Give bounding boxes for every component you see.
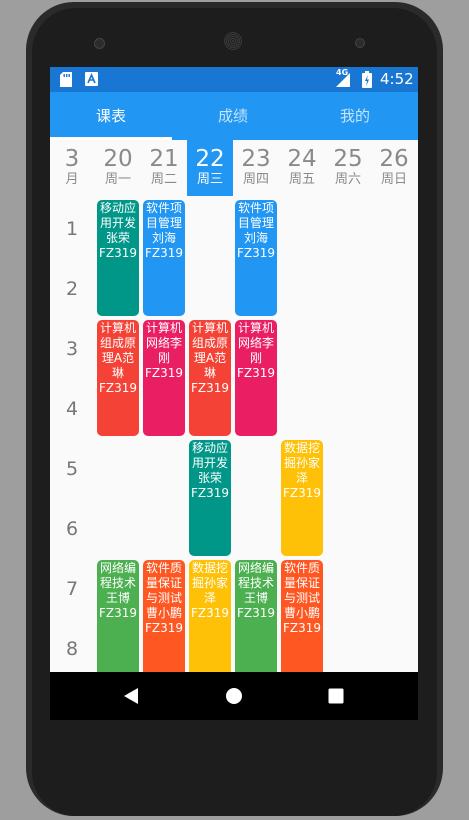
tab-label: 成绩 [217,107,248,125]
course-block[interactable]: 数据挖掘孙家泽FZ319 [281,440,323,556]
weekday-label: 周二 [150,172,177,187]
course-block[interactable]: 移动应用开发张荣FZ319 [97,200,139,316]
system-nav-bar [50,672,418,720]
day-number: 23 [241,146,271,172]
day-number: 21 [149,146,179,172]
tab-grades[interactable]: 成绩 [172,92,294,140]
course-block[interactable]: 软件项目管理刘海FZ319 [235,200,277,316]
day-number: 25 [333,146,363,172]
day-header-thu: 23 周四 [233,140,279,196]
section-number: 6 [65,518,79,540]
battery-icon [362,71,372,88]
weekday-label: 周四 [242,172,269,187]
tab-label: 课表 [95,107,126,125]
section-number: 8 [65,638,79,660]
day-header-wed-today: 22 周三 [187,140,233,196]
day-header-sat: 25 周六 [325,140,371,196]
weekday-label: 周三 [196,172,223,187]
tab-label: 我的 [339,107,370,125]
section-number: 4 [65,398,79,420]
signal-icon [336,73,350,87]
tab-mine[interactable]: 我的 [294,92,416,140]
clock-time: 4:52 [380,70,414,88]
course-block[interactable]: 计算机网络李刚FZ319 [235,320,277,436]
weekday-label: 周一 [104,172,131,187]
earpiece-speaker [224,32,242,50]
day-header-tue: 21 周二 [141,140,187,196]
course-block[interactable]: 数据挖掘孙家泽FZ319 [189,560,231,672]
day-header-sun: 26 周日 [371,140,417,196]
week-header: 3 月 20 周一 21 周二 22 周三 23 周四 24 周五 25 周六 … [50,140,418,196]
recents-icon[interactable] [306,672,366,720]
day-number: 24 [287,146,317,172]
day-header-mon: 20 周一 [95,140,141,196]
course-block[interactable]: 网络编程技术王博FZ319 [97,560,139,672]
weekday-label: 周六 [334,172,361,187]
timetable-grid: 1 2 3 4 5 6 7 8 移动应用开发张荣FZ319 软件项目管理刘海FZ3… [50,196,418,672]
day-header-fri: 24 周五 [279,140,325,196]
course-block[interactable]: 软件项目管理刘海FZ319 [143,200,185,316]
course-block[interactable]: 计算机组成原理A范琳FZ319 [189,320,231,436]
month-label: 月 [65,172,79,187]
course-block[interactable]: 计算机网络李刚FZ319 [143,320,185,436]
course-block[interactable]: 软件质量保证与测试曹小鹏FZ319 [281,560,323,672]
tab-schedule[interactable]: 课表 [50,92,172,140]
status-bar: 4G 4:52 [50,67,418,92]
app-screen: 4G 4:52 课表 成绩 我的 3 月 20 周一 21 周二 22 周三 2… [50,67,418,720]
home-icon[interactable] [204,672,264,720]
section-number: 3 [65,338,79,360]
back-icon[interactable] [102,672,162,720]
course-block[interactable]: 网络编程技术王博FZ319 [235,560,277,672]
course-block[interactable]: 计算机组成原理A范琳FZ319 [97,320,139,436]
section-number: 5 [65,458,79,480]
weekday-label: 周日 [380,172,407,187]
front-camera [94,38,105,49]
section-number: 1 [65,218,79,240]
tab-bar: 课表 成绩 我的 [50,92,418,140]
course-block[interactable]: 移动应用开发张荣FZ319 [189,440,231,556]
month-number: 3 [64,146,80,172]
section-number: 2 [65,278,79,300]
course-block[interactable]: 软件质量保证与测试曹小鹏FZ319 [143,560,185,672]
sd-card-icon [60,72,72,87]
month-cell: 3 月 [50,140,94,196]
weekday-label: 周五 [288,172,315,187]
day-number: 26 [379,146,409,172]
day-number: 20 [103,146,133,172]
day-number: 22 [195,146,225,172]
section-number: 7 [65,578,79,600]
app-notification-icon [85,72,98,86]
light-sensor [355,38,365,48]
